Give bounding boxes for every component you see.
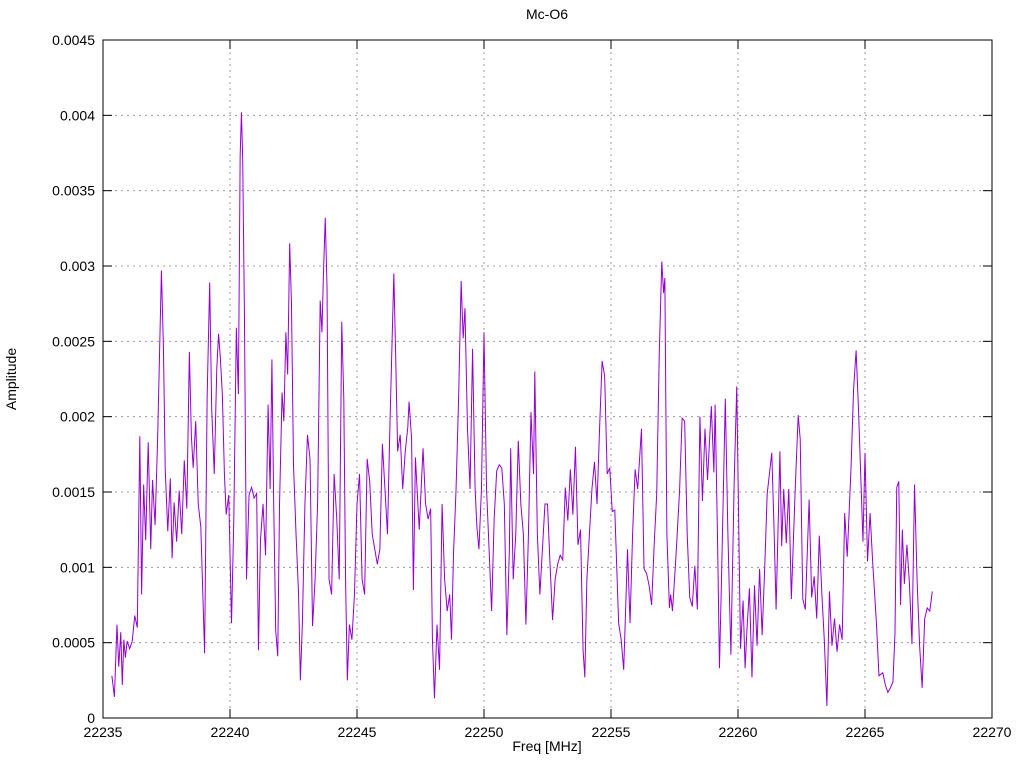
y-tick-label: 0.002 xyxy=(60,409,95,425)
y-tick-label: 0 xyxy=(87,710,95,726)
y-tick-label: 0.0025 xyxy=(52,333,95,349)
x-tick-label: 22270 xyxy=(973,724,1012,740)
y-tick-label: 0.0035 xyxy=(52,183,95,199)
axis-layer: 22235 22240 22245 22250 22255 22260 22265 22270… xyxy=(52,32,1012,740)
amplitude-trace xyxy=(111,112,933,706)
y-axis-label: Amplitude xyxy=(3,348,19,410)
x-tick-label: 22250 xyxy=(465,724,504,740)
chart-title: Mc-O6 xyxy=(526,6,568,22)
y-tick-label: 0.001 xyxy=(60,559,95,575)
x-axis-label: Freq [MHz] xyxy=(512,738,581,754)
x-tick-label: 22245 xyxy=(338,724,377,740)
series-layer xyxy=(111,112,933,706)
y-tick-label: 0.0005 xyxy=(52,635,95,651)
x-tick-label: 22260 xyxy=(719,724,758,740)
x-tick-label: 22235 xyxy=(84,724,123,740)
grid-layer xyxy=(103,40,992,718)
x-tick-label: 22255 xyxy=(592,724,631,740)
plot-border xyxy=(102,39,993,719)
y-tick-label: 0.003 xyxy=(60,258,95,274)
spectrum-figure: 22235 22240 22245 22250 22255 22260 22265 22270… xyxy=(0,0,1024,768)
y-tick-label: 0.0045 xyxy=(52,32,95,48)
y-tick-label: 0.0015 xyxy=(52,484,95,500)
x-tick-label: 22240 xyxy=(211,724,250,740)
chart-canvas: 22235 22240 22245 22250 22255 22260 22265 22270… xyxy=(3,6,1012,754)
x-tick-label: 22265 xyxy=(846,724,885,740)
y-tick-label: 0.004 xyxy=(60,107,95,123)
